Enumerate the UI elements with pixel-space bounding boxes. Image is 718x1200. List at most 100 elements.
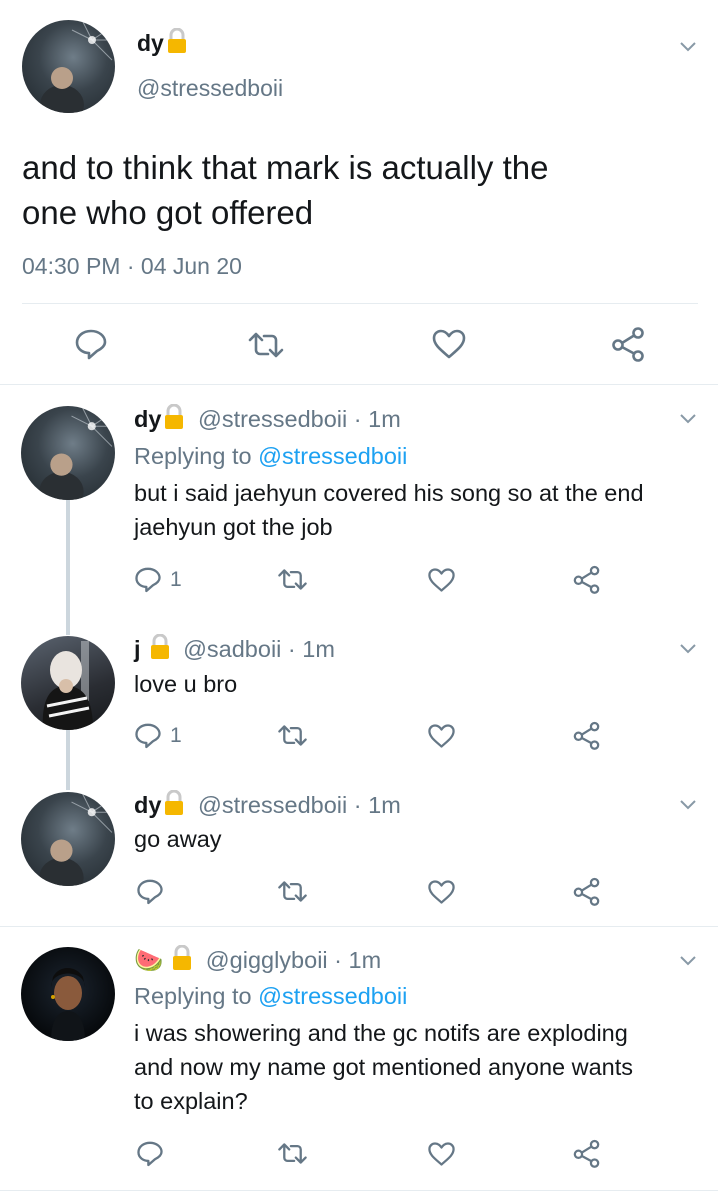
replying-to-handle[interactable]: @stressedboii	[258, 983, 407, 1009]
like-button[interactable]	[427, 567, 456, 593]
like-icon	[428, 1142, 455, 1166]
reply-count: 1	[170, 723, 182, 747]
like-icon	[428, 880, 455, 904]
lock-icon	[166, 27, 188, 63]
like-icon	[428, 568, 455, 592]
share-icon	[573, 565, 600, 594]
relative-time[interactable]: 1m	[302, 636, 335, 662]
relative-time[interactable]: 1m	[349, 947, 382, 973]
divider	[0, 1190, 718, 1191]
retweet-icon	[278, 725, 307, 746]
tweet-text-line: and to think that mark is actually the	[22, 149, 549, 186]
lock-icon	[163, 403, 185, 439]
chevron-down-icon[interactable]	[678, 642, 698, 656]
handle[interactable]: @gigglyboii	[206, 947, 328, 973]
thread-line	[66, 730, 70, 790]
separator: ·	[353, 406, 362, 432]
time[interactable]: 04:30 PM	[22, 253, 120, 279]
like-button[interactable]	[427, 879, 456, 905]
relative-time[interactable]: 1m	[368, 406, 401, 432]
separator: ·	[334, 947, 342, 973]
retweet-icon	[278, 1143, 307, 1164]
chevron-down-icon[interactable]	[678, 798, 698, 812]
share-button[interactable]	[572, 877, 601, 906]
share-button[interactable]	[572, 1139, 601, 1168]
share-icon	[573, 877, 600, 906]
display-name[interactable]: dy	[134, 792, 161, 818]
chevron-down-icon[interactable]	[678, 954, 698, 968]
handle[interactable]: @stressedboii	[198, 406, 347, 432]
handle[interactable]: @sadboii	[183, 636, 281, 662]
tweet-text-line: i was showering and the gc notifs are ex…	[134, 1020, 628, 1046]
handle[interactable]: @stressedboii	[137, 72, 283, 105]
retweet-button[interactable]	[246, 331, 286, 359]
retweet-button[interactable]	[276, 880, 309, 903]
retweet-icon	[278, 881, 307, 902]
avatar-image	[40, 20, 115, 113]
tweet-text-line: one who got offered	[22, 194, 314, 231]
reply-icon	[137, 879, 163, 905]
retweet-button[interactable]	[276, 568, 309, 591]
share-icon	[573, 721, 600, 750]
display-name[interactable]: dy	[137, 30, 164, 56]
display-name[interactable]: dy	[134, 406, 161, 432]
lock-icon	[171, 944, 193, 980]
replying-to-handle[interactable]: @stressedboii	[258, 443, 407, 469]
divider	[0, 926, 718, 927]
handle[interactable]: @stressedboii	[198, 792, 347, 818]
avatar-image	[42, 641, 93, 730]
tweet-timestamp: 04:30 PM · 04 Jun 20	[22, 250, 242, 283]
retweet-button[interactable]	[276, 724, 309, 747]
retweet-icon	[278, 569, 307, 590]
avatar[interactable]	[21, 636, 115, 730]
tweet-text-line: and now my name got mentioned anyone wan…	[134, 1054, 634, 1080]
reply-icon	[137, 1141, 163, 1167]
avatar[interactable]	[21, 947, 115, 1041]
replying-to-label: Replying to	[134, 443, 252, 469]
display-name[interactable]: j	[134, 636, 141, 662]
separator: ·	[287, 636, 296, 662]
like-button[interactable]	[427, 1141, 456, 1167]
reply-button[interactable]: 1	[134, 722, 182, 749]
tweet-text-line: love u bro	[134, 671, 238, 697]
retweet-button[interactable]	[276, 1142, 309, 1165]
reply-button[interactable]	[136, 878, 164, 905]
avatar[interactable]	[21, 406, 115, 500]
like-button[interactable]	[431, 328, 467, 360]
retweet-icon	[248, 332, 284, 358]
avatar-image	[51, 968, 85, 1041]
reply-icon	[135, 723, 161, 749]
like-button[interactable]	[427, 723, 456, 749]
replying-to-label: Replying to	[134, 983, 252, 1009]
reply-count: 1	[170, 567, 182, 591]
chevron-down-icon[interactable]	[678, 40, 698, 54]
reply-icon	[75, 329, 107, 360]
share-icon	[612, 327, 644, 362]
avatar[interactable]	[22, 20, 115, 113]
like-icon	[432, 329, 466, 359]
like-icon	[428, 724, 455, 748]
share-icon	[573, 1139, 600, 1168]
separator: ·	[126, 253, 135, 279]
display-name[interactable]: 🍉	[134, 947, 163, 973]
avatar[interactable]	[21, 792, 115, 886]
reply-button[interactable]	[136, 1140, 164, 1167]
share-button[interactable]	[572, 721, 601, 750]
relative-time[interactable]: 1m	[368, 792, 401, 818]
tweet-text-line: but i said jaehyun covered his song so a…	[134, 480, 644, 506]
tweet-text-line: to explain?	[134, 1088, 248, 1114]
share-button[interactable]	[572, 565, 601, 594]
share-button[interactable]	[610, 326, 646, 362]
reply-icon	[135, 567, 161, 593]
reply-button[interactable]: 1	[134, 566, 182, 593]
avatar-image	[39, 406, 115, 500]
lock-icon	[149, 633, 171, 669]
tweet-text-line: jaehyun got the job	[134, 514, 333, 540]
separator: ·	[353, 792, 362, 818]
date[interactable]: 04 Jun 20	[141, 253, 242, 279]
divider	[0, 384, 718, 385]
lock-icon	[163, 789, 185, 825]
avatar-image	[39, 792, 115, 886]
reply-button[interactable]	[74, 328, 108, 360]
chevron-down-icon[interactable]	[678, 412, 698, 426]
